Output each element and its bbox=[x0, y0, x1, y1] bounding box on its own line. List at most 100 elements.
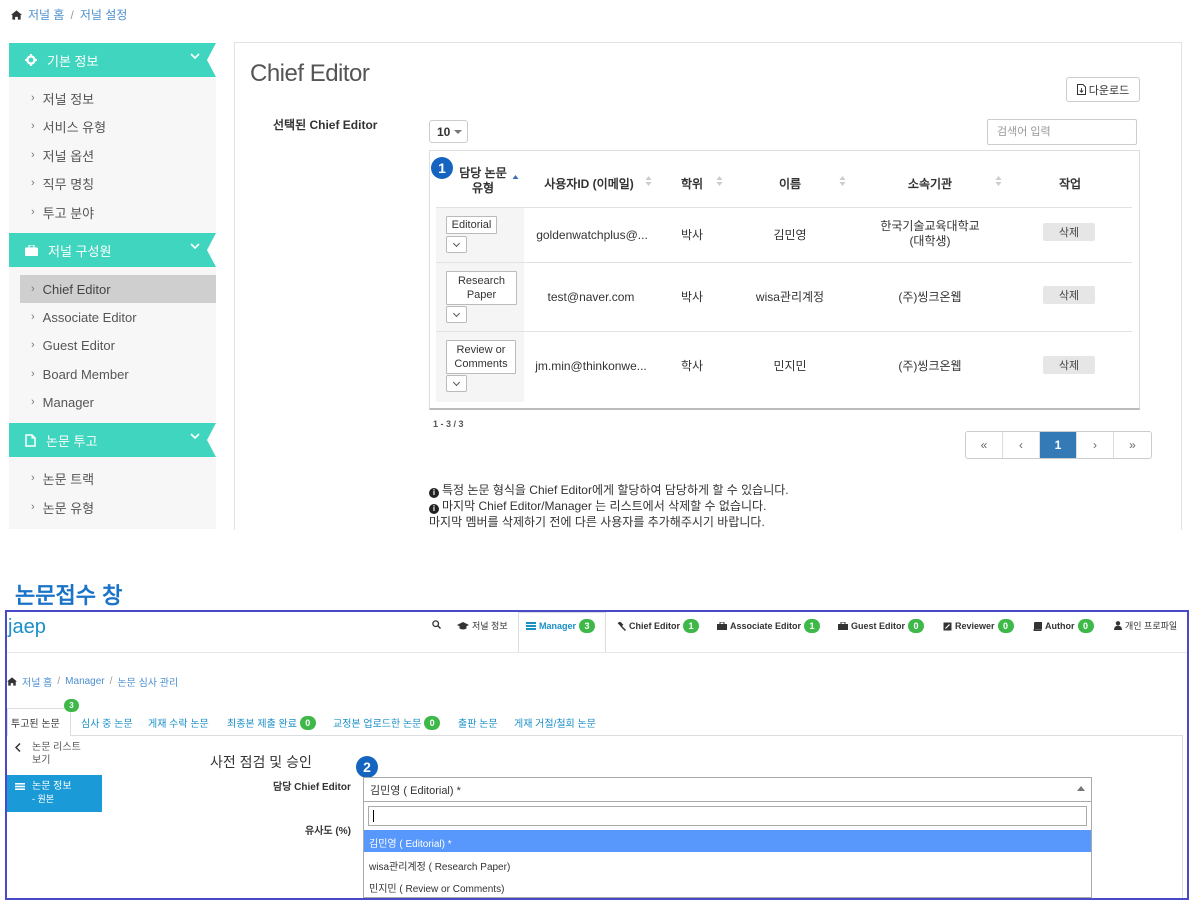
help-note-text: 마지막 Chief Editor/Manager 는 리스트에서 삭제할 수 없… bbox=[442, 499, 767, 513]
nav-reviewer[interactable]: Reviewer 0 bbox=[943, 619, 1014, 633]
paper-info-sublabel: - 원본 bbox=[32, 794, 55, 804]
download-button[interactable]: 다운로드 bbox=[1066, 77, 1140, 102]
dropdown-search-input[interactable] bbox=[368, 806, 1087, 826]
back-to-list-link[interactable]: 논문 리스트 보기 bbox=[15, 741, 81, 767]
tab-final-submitted[interactable]: 최종본 제출 완료 0 bbox=[227, 715, 316, 730]
page-current-button[interactable]: 1 bbox=[1040, 432, 1077, 458]
nav-label: 개인 프로파일 bbox=[1125, 621, 1178, 631]
column-header-degree[interactable]: 학위 bbox=[672, 175, 712, 192]
help-note: 마지막 멤버를 삭제하기 전에 다른 사용자를 추가해주시기 바랍니다. bbox=[429, 515, 765, 529]
breadcrumb-separator: / bbox=[70, 7, 74, 22]
sidebar-item-paper-type[interactable]: › 논문 유형 bbox=[9, 493, 216, 521]
home-icon bbox=[7, 677, 17, 686]
sort-both-icon[interactable] bbox=[645, 175, 652, 187]
column-header-institution[interactable]: 소속기관 bbox=[890, 175, 970, 192]
chief-editor-select[interactable]: 김민영 ( Editorial) * bbox=[363, 777, 1092, 801]
sidebar-item-board-member[interactable]: › Board Member bbox=[9, 360, 216, 388]
sidebar-item-journal-options[interactable]: › 저널 옵션 bbox=[9, 141, 216, 169]
tab-accepted[interactable]: 게재 수락 논문 bbox=[148, 715, 209, 730]
delete-button[interactable]: 삭제 bbox=[1043, 223, 1095, 241]
tab-submitted-papers[interactable]: 투고된 논문 bbox=[11, 715, 60, 730]
sort-both-icon[interactable] bbox=[995, 175, 1002, 187]
search-input[interactable] bbox=[987, 119, 1137, 145]
paper-type-line: Paper bbox=[466, 289, 497, 301]
sort-both-icon[interactable] bbox=[839, 175, 846, 187]
nav-manager[interactable]: Manager 3 bbox=[526, 619, 596, 633]
sidebar-item-chief-editor[interactable]: › Chief Editor bbox=[20, 275, 216, 303]
dropdown-option[interactable]: 김민영 ( Editorial) * bbox=[364, 830, 1091, 852]
caret-down-icon bbox=[454, 129, 463, 134]
nav-author[interactable]: Author 0 bbox=[1033, 619, 1094, 633]
table-header-divider bbox=[436, 207, 1132, 208]
paper-info-nav-item[interactable]: 논문 정보 - 원본 bbox=[7, 775, 102, 812]
user-email-cell: goldenwatchplus@... bbox=[536, 228, 648, 242]
sidebar-item-label: Manager bbox=[42, 394, 94, 410]
sidebar-item-service-type[interactable]: › 서비스 유형 bbox=[9, 112, 216, 140]
sidebar-item-paper-track[interactable]: › 논문 트랙 bbox=[9, 464, 216, 492]
sidebar-item-associate-editor[interactable]: › Associate Editor bbox=[9, 303, 216, 331]
tab-published[interactable]: 출판 논문 bbox=[458, 715, 498, 730]
delete-button[interactable]: 삭제 bbox=[1043, 286, 1095, 304]
chevron-right-icon: › bbox=[31, 177, 35, 189]
chevron-right-icon: › bbox=[31, 283, 35, 295]
sort-asc-icon[interactable] bbox=[512, 174, 519, 186]
tab-label: 출판 논문 bbox=[458, 719, 498, 730]
tab-under-review[interactable]: 심사 중 논문 bbox=[81, 715, 133, 730]
user-email-cell: jm.min@thinkonwe... bbox=[535, 359, 647, 373]
pagination: « ‹ 1 › » bbox=[965, 431, 1152, 459]
paper-type-dropdown-button[interactable] bbox=[446, 236, 467, 253]
sidebar-item-label: Guest Editor bbox=[42, 337, 115, 353]
name-cell: 김민영 bbox=[773, 228, 807, 242]
breadcrumb-current[interactable]: 저널 설정 bbox=[80, 6, 128, 23]
nav-journal-info[interactable]: 저널 정보 bbox=[457, 619, 508, 632]
page-prev-button[interactable]: ‹ bbox=[1003, 432, 1040, 458]
app-logo[interactable]: jaep bbox=[8, 616, 46, 639]
nav-chief-editor[interactable]: Chief Editor 1 bbox=[617, 619, 699, 633]
delete-button[interactable]: 삭제 bbox=[1043, 356, 1095, 374]
page-length-select[interactable]: 10 bbox=[429, 120, 468, 143]
nav-profile[interactable]: 개인 프로파일 bbox=[1114, 619, 1177, 632]
page-last-button[interactable]: » bbox=[1114, 432, 1151, 458]
breadcrumb-manager-link[interactable]: Manager bbox=[65, 676, 104, 687]
section-title: 논문접수 창 bbox=[15, 583, 123, 608]
help-note: i 특정 논문 형식을 Chief Editor에게 할당하여 담당하게 할 수 … bbox=[429, 482, 789, 498]
sidebar-item-guest-editor[interactable]: › Guest Editor bbox=[9, 331, 216, 359]
sidebar-item-label: 저널 옵션 bbox=[42, 148, 95, 164]
breadcrumb-current[interactable]: 논문 심사 관리 bbox=[117, 674, 178, 689]
nav-count-badge: 0 bbox=[908, 619, 925, 633]
nav-associate-editor[interactable]: Associate Editor 1 bbox=[717, 619, 821, 633]
dropdown-option[interactable]: wisa관리계정 ( Research Paper) bbox=[364, 853, 1091, 875]
sidebar-section-label: 기본 정보 bbox=[47, 53, 99, 69]
column-header-name[interactable]: 이름 bbox=[760, 175, 820, 192]
page-first-button[interactable]: « bbox=[966, 432, 1003, 458]
sort-both-icon[interactable] bbox=[716, 175, 723, 187]
chief-editor-label: 담당 Chief Editor bbox=[273, 782, 351, 793]
sidebar-item-submission-fields[interactable]: › 투고 분야 bbox=[9, 198, 216, 226]
tab-count-badge: 0 bbox=[424, 715, 441, 730]
breadcrumb-home-link[interactable]: 저널 홈 bbox=[28, 6, 64, 23]
paper-type-dropdown-button[interactable] bbox=[446, 375, 467, 392]
tab-proof-uploaded[interactable]: 교정본 업로드한 논문 0 bbox=[333, 715, 441, 730]
sidebar-item-journal-info[interactable]: › 저널 정보 bbox=[9, 84, 216, 112]
chevron-right-icon: › bbox=[31, 501, 35, 513]
app-breadcrumb: 저널 홈 / Manager / 논문 심사 관리 bbox=[7, 674, 178, 689]
sidebar-item-job-titles[interactable]: › 직무 명칭 bbox=[9, 169, 216, 197]
tab-rejected[interactable]: 게재 거절/철회 논문 bbox=[514, 715, 596, 730]
sidebar-section-basic-info[interactable]: 기본 정보 bbox=[9, 43, 216, 77]
page-length-value: 10 bbox=[437, 124, 451, 139]
sidebar-section-members[interactable]: 저널 구성원 bbox=[9, 233, 216, 267]
column-header-paper-type[interactable]: 담당 논문 유형 bbox=[450, 166, 516, 196]
help-notes: i 특정 논문 형식을 Chief Editor에게 할당하여 담당하게 할 수 … bbox=[429, 482, 789, 530]
nav-guest-editor[interactable]: Guest Editor 0 bbox=[838, 619, 925, 633]
institution-cell: (주)씽크온웹 bbox=[898, 290, 962, 304]
search-icon[interactable] bbox=[432, 620, 441, 629]
dropdown-option[interactable]: 민지민 ( Review or Comments) bbox=[364, 875, 1091, 897]
sidebar-notch bbox=[207, 423, 216, 457]
sidebar-item-manager[interactable]: › Manager bbox=[9, 388, 216, 416]
paper-type-dropdown-button[interactable] bbox=[446, 306, 467, 323]
sidebar-section-submission[interactable]: 논문 투고 bbox=[9, 423, 216, 457]
breadcrumb-home-link[interactable]: 저널 홈 bbox=[22, 674, 52, 689]
table-row-divider bbox=[436, 331, 1132, 332]
page-next-button[interactable]: › bbox=[1077, 432, 1114, 458]
column-header-user-id[interactable]: 사용자ID (이메일) bbox=[530, 175, 648, 192]
